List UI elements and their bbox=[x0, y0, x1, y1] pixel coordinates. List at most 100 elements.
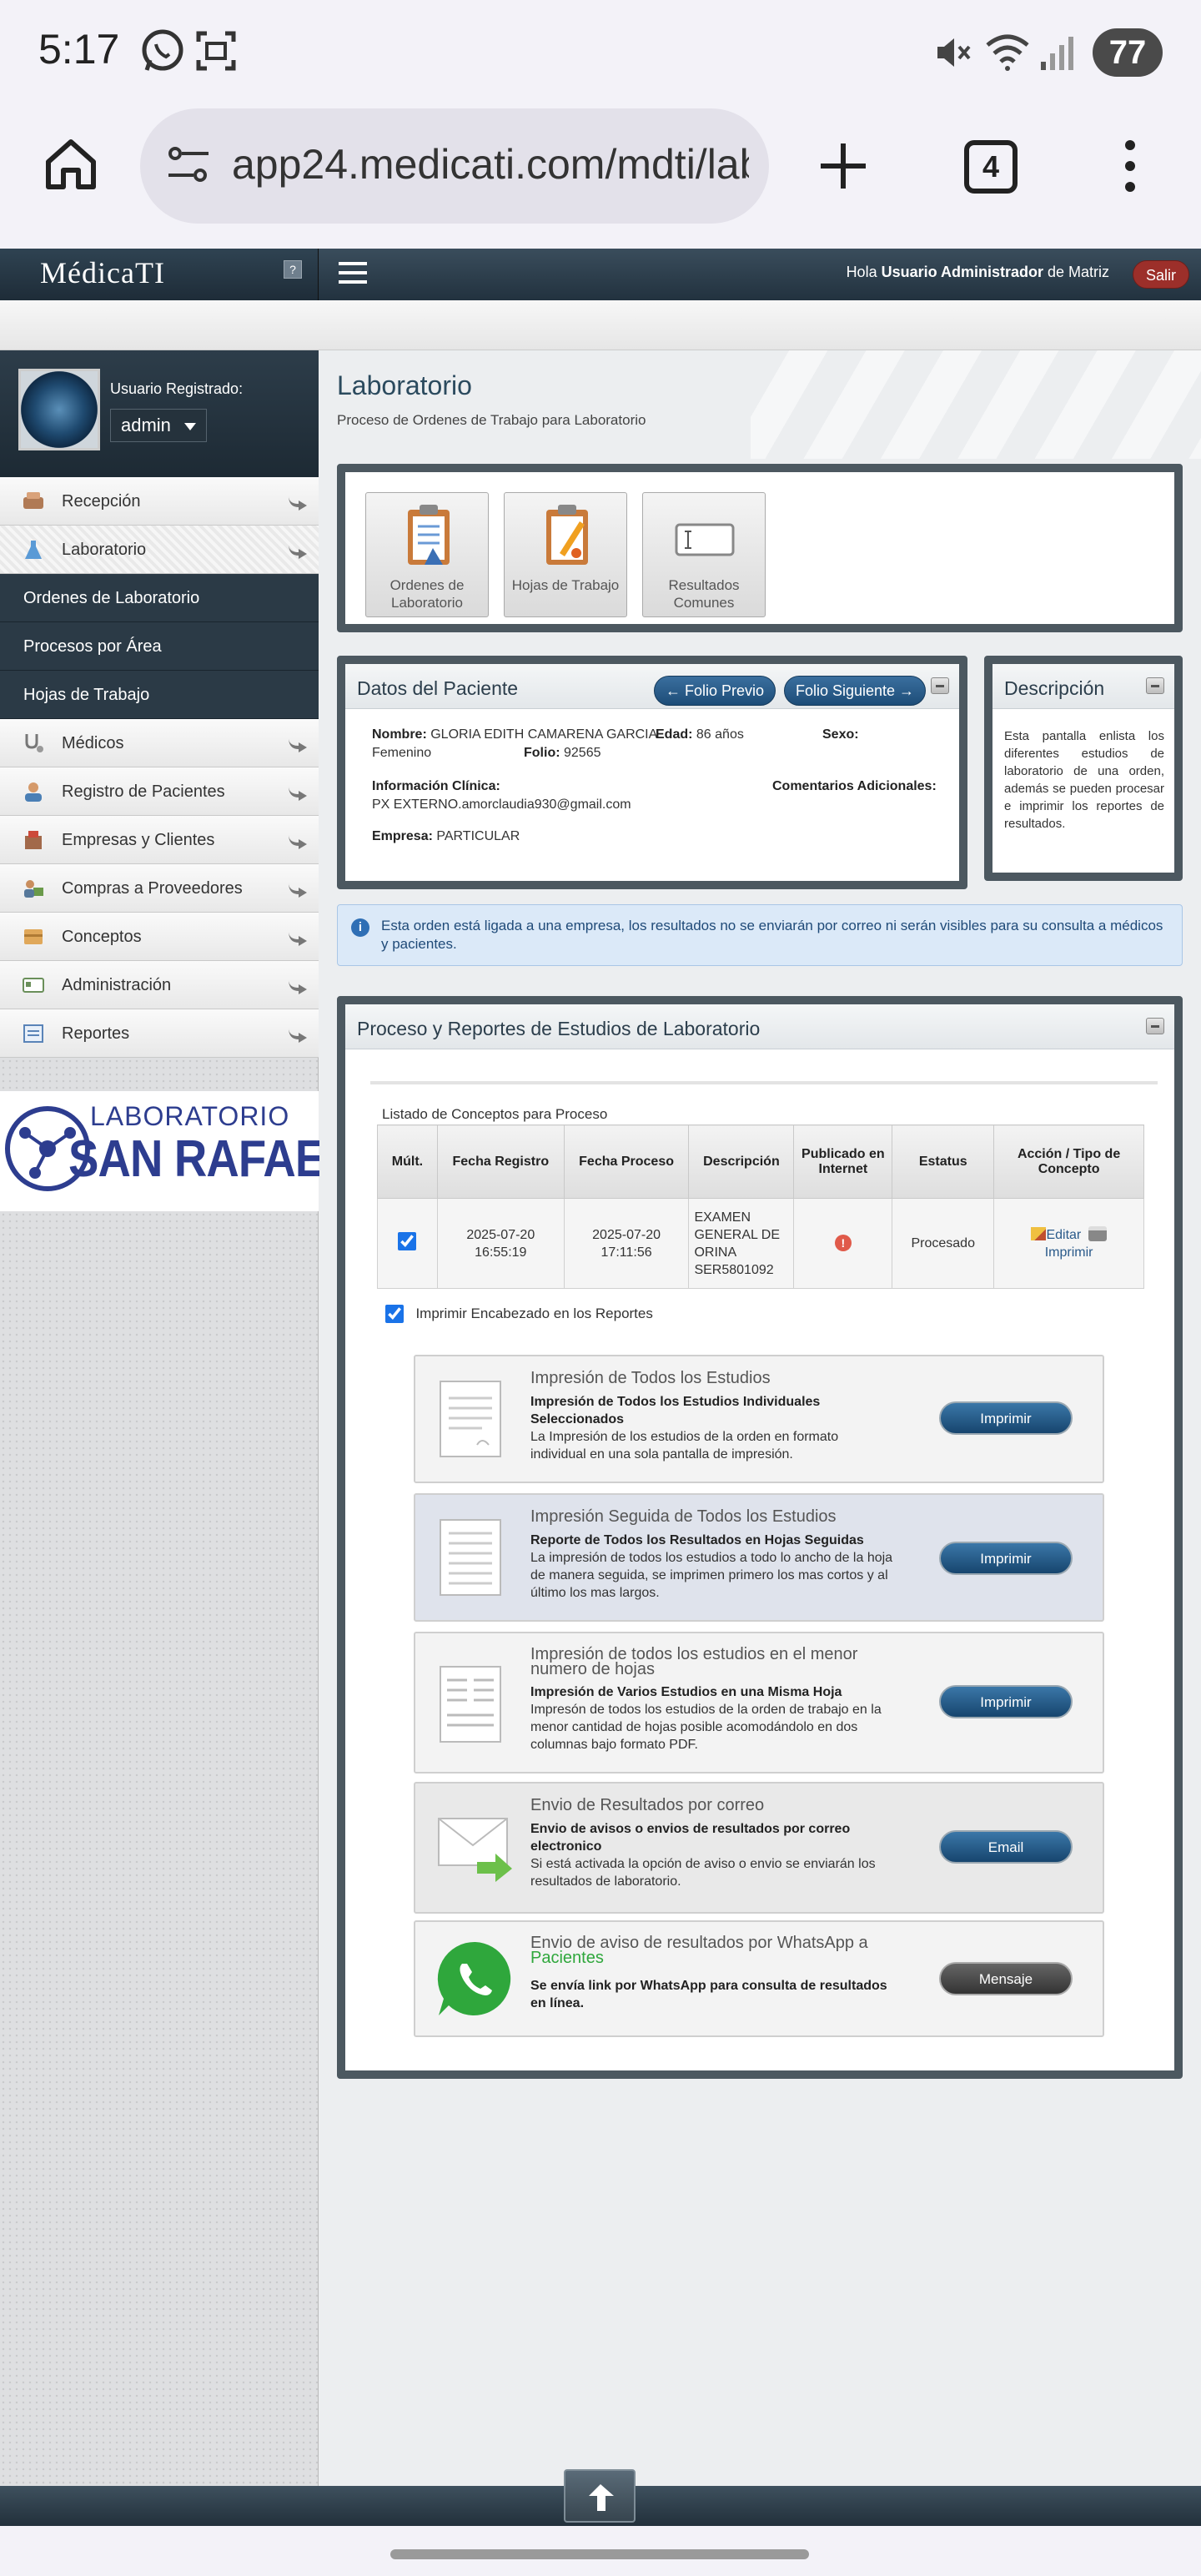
email-button[interactable]: Email bbox=[939, 1830, 1073, 1864]
column-header[interactable]: Descripción bbox=[688, 1124, 795, 1199]
description-panel: Descripción Esta pantalla enlista los di… bbox=[984, 656, 1183, 881]
site-settings-icon[interactable] bbox=[165, 142, 212, 189]
row-select-checkbox[interactable] bbox=[398, 1231, 417, 1250]
report-icon bbox=[22, 1023, 45, 1044]
print-option-desc: Se envía link por WhatsApp para consulta… bbox=[530, 1979, 887, 2010]
panel-title: Proceso y Reportes de Estudios de Labora… bbox=[357, 1018, 761, 1039]
print-header-checkbox[interactable] bbox=[385, 1305, 404, 1323]
url-text[interactable]: app24.medicati.com/mdti/lab/s bbox=[232, 140, 749, 189]
hojas-trabajo-button[interactable]: Hojas de Trabajo bbox=[504, 492, 627, 617]
user-dropdown-value: admin bbox=[121, 415, 171, 435]
label: Empresa: bbox=[372, 829, 433, 843]
arrow-right-icon bbox=[287, 732, 309, 754]
sidebar-item-label: Registro de Pacientes bbox=[62, 782, 225, 801]
more-menu-icon[interactable] bbox=[1118, 138, 1143, 194]
divider bbox=[370, 1081, 1158, 1084]
new-tab-icon[interactable] bbox=[816, 138, 871, 194]
printer-icon[interactable] bbox=[1088, 1225, 1107, 1241]
print-all-button[interactable]: Imprimir bbox=[939, 1401, 1073, 1435]
column-header[interactable]: Fecha Proceso bbox=[563, 1124, 690, 1199]
hamburger-menu-icon[interactable] bbox=[339, 260, 367, 285]
worksheet-icon bbox=[538, 501, 596, 568]
table-row: 2025-07-20 16:55:19 2025-07-20 17:11:56 … bbox=[377, 1198, 1144, 1289]
folio-previo-button[interactable]: ← Folio Previo bbox=[654, 676, 776, 706]
print-sequential-button[interactable]: Imprimir bbox=[939, 1542, 1073, 1575]
column-header[interactable]: Múlt. bbox=[377, 1124, 438, 1199]
panel-title: Descripción bbox=[1004, 677, 1105, 699]
print-option-title: Envio de Resultados por correo bbox=[530, 1796, 765, 1814]
fecha-registro-cell: 2025-07-20 16:55:19 bbox=[436, 1198, 565, 1289]
tab-switcher-button[interactable]: 4 bbox=[964, 140, 1018, 194]
sidebar-item-compras[interactable]: Compras a Proveedores bbox=[0, 864, 319, 913]
label: Información Clínica: bbox=[372, 779, 500, 793]
lab-logo: LABORATORIO SAN RAFAEL bbox=[0, 1091, 353, 1211]
arrow-right-icon bbox=[287, 829, 309, 851]
gesture-handle[interactable] bbox=[390, 2549, 809, 2559]
resultados-comunes-button[interactable]: Resultados Comunes bbox=[642, 492, 766, 617]
scroll-to-top-button[interactable] bbox=[564, 2469, 636, 2523]
arrow-right-icon bbox=[287, 491, 309, 512]
patient-folio: Folio: 92565 bbox=[524, 746, 601, 761]
logout-button[interactable]: Salir bbox=[1133, 260, 1189, 289]
greeting-suffix: de Matriz bbox=[1043, 264, 1109, 280]
sidebar-item-registro-pacientes[interactable]: Registro de Pacientes bbox=[0, 767, 319, 816]
edit-action[interactable]: Editar bbox=[1031, 1225, 1107, 1242]
process-panel-header: Proceso y Reportes de Estudios de Labora… bbox=[345, 1004, 1174, 1049]
sidebar-item-label: Compras a Proveedores bbox=[62, 879, 243, 898]
minimize-icon[interactable] bbox=[1146, 1018, 1164, 1034]
home-icon[interactable] bbox=[42, 135, 100, 194]
print-header-label[interactable]: Imprimir Encabezado en los Reportes bbox=[415, 1306, 652, 1321]
avatar bbox=[18, 369, 100, 450]
patient-icon bbox=[22, 781, 45, 802]
minimize-icon[interactable] bbox=[931, 677, 949, 694]
whatsapp-message-button[interactable]: Mensaje bbox=[939, 1962, 1073, 1995]
submenu-procesos[interactable]: Procesos por Área bbox=[0, 622, 319, 671]
sidebar-item-label: Laboratorio bbox=[62, 541, 147, 559]
info-icon[interactable]: ? bbox=[284, 260, 302, 279]
print-option-title: Impresión de todos los estudios en el me… bbox=[530, 1645, 858, 1678]
panel-title: Datos del Paciente bbox=[357, 677, 519, 699]
sidebar-item-reportes[interactable]: Reportes bbox=[0, 1009, 319, 1058]
label: Edad: bbox=[656, 727, 693, 742]
column-header[interactable]: Estatus bbox=[892, 1124, 995, 1199]
sidebar-item-laboratorio[interactable]: Laboratorio bbox=[0, 526, 319, 574]
sidebar-item-administracion[interactable]: Administración bbox=[0, 961, 319, 1009]
header-decoration bbox=[751, 350, 1201, 459]
status-time: 5:17 bbox=[38, 26, 120, 73]
minimize-icon[interactable] bbox=[1146, 677, 1164, 694]
print-option-all: Impresión de Todos los Estudios Impresió… bbox=[414, 1355, 1104, 1483]
sidebar-item-recepcion[interactable]: Recepción bbox=[0, 477, 319, 526]
info-alert: i Esta orden está ligada a una empresa, … bbox=[337, 904, 1183, 966]
sidebar-item-empresas[interactable]: Empresas y Clientes bbox=[0, 816, 319, 864]
whatsapp-title-highlight: Pacientes bbox=[530, 1949, 604, 1967]
user-greeting: Hola Usuario Administrador de Matriz bbox=[847, 264, 1109, 281]
whatsapp-option: Envio de aviso de resultados por WhatsAp… bbox=[414, 1920, 1104, 2037]
arrow-right-icon bbox=[287, 1023, 309, 1044]
sidebar-item-label: Conceptos bbox=[62, 928, 142, 946]
print-compact-button[interactable]: Imprimir bbox=[939, 1685, 1073, 1718]
alert-text: Esta orden está ligada a una empresa, lo… bbox=[381, 918, 1163, 952]
url-bar[interactable]: app24.medicati.com/mdti/lab/s bbox=[140, 108, 769, 224]
ordenes-laboratorio-button[interactable]: Ordenes de Laboratorio bbox=[365, 492, 489, 617]
submenu-ordenes[interactable]: Ordenes de Laboratorio bbox=[0, 574, 319, 622]
print-link[interactable]: Imprimir bbox=[1045, 1245, 1093, 1260]
column-header[interactable]: Publicado en Internet bbox=[793, 1124, 893, 1199]
chevron-down-icon bbox=[184, 423, 196, 430]
app-logo[interactable]: MédicaTI bbox=[40, 255, 165, 290]
column-header[interactable]: Acción / Tipo de Concepto bbox=[993, 1124, 1144, 1199]
patient-company: Empresa: PARTICULAR bbox=[372, 829, 520, 844]
submenu-hojas[interactable]: Hojas de Trabajo bbox=[0, 671, 319, 719]
print-option-desc: La impresión de todos los estudios a tod… bbox=[530, 1551, 893, 1600]
sidebar-item-medicos[interactable]: Médicos bbox=[0, 719, 319, 767]
sidebar-item-conceptos[interactable]: Conceptos bbox=[0, 913, 319, 961]
fecha-proceso-cell: 2025-07-20 17:11:56 bbox=[563, 1198, 690, 1289]
user-dropdown[interactable]: admin bbox=[110, 409, 207, 442]
gesture-bar bbox=[0, 2526, 1201, 2576]
column-header[interactable]: Fecha Registro bbox=[436, 1124, 565, 1199]
submenu-label: Ordenes de Laboratorio bbox=[23, 589, 200, 607]
table-header-row: Múlt. Fecha Registro Fecha Proceso Descr… bbox=[377, 1124, 1144, 1199]
folio-siguiente-button[interactable]: Folio Siguiente → bbox=[784, 676, 926, 706]
print-option-compact: Impresión de todos los estudios en el me… bbox=[414, 1632, 1104, 1774]
patient-name: Nombre: GLORIA EDITH CAMARENA GARCIA bbox=[372, 727, 657, 742]
arrow-right-icon bbox=[287, 926, 309, 948]
